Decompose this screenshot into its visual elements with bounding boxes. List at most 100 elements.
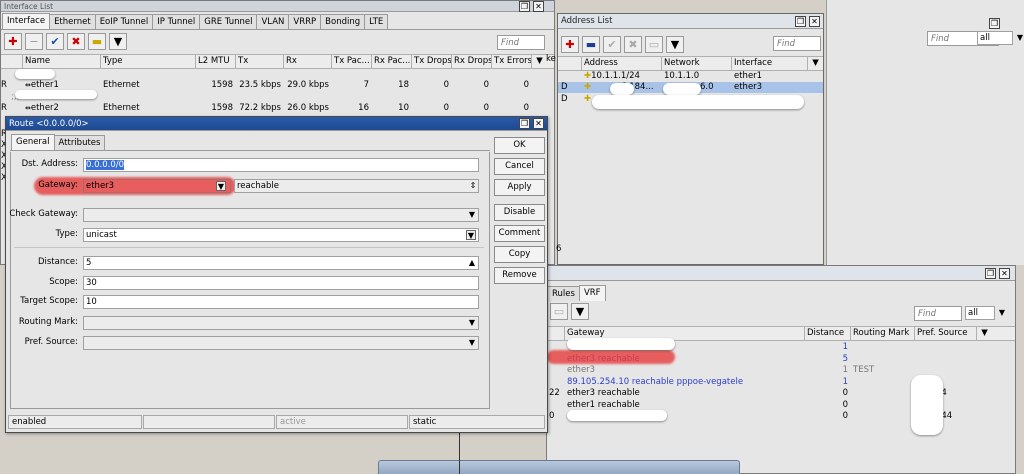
restore-icon[interactable]: ❐ [985,268,996,279]
close-icon[interactable]: ✕ [809,16,820,27]
target-scope-field[interactable]: 10 [83,295,479,309]
distance-field[interactable]: 5 [83,256,479,270]
disable-button[interactable]: Disable [494,204,545,221]
dst-address-field[interactable]: 0.0.0.0/0 [83,158,479,172]
type-dropdown-icon[interactable]: ▼ [466,230,476,240]
tab-rules[interactable]: Rules [548,286,580,301]
chevron-down-icon[interactable]: ▼ [1015,33,1024,43]
tab-interface[interactable]: Interface [2,13,51,29]
filter-icon[interactable]: ▼ [571,302,589,320]
tab-vlan[interactable]: VLAN [256,14,290,29]
columns-menu-icon[interactable]: ▼ [532,55,545,68]
chevron-down-icon[interactable]: ▼ [997,308,1007,318]
gateway-dropdown-icon[interactable]: ▼ [216,181,226,191]
filter-select[interactable]: all [965,306,995,320]
col-interface[interactable]: Interface [732,57,808,70]
col-distance[interactable]: Distance [805,327,851,340]
add-icon[interactable]: ✚ [561,35,579,53]
table-row[interactable]: ether1 reachable01 [547,400,1015,411]
tab-bonding[interactable]: Bonding [320,14,366,29]
tab-gre-tunnel[interactable]: GRE Tunnel [199,14,258,29]
row-mark [851,411,915,422]
col-rx-packets[interactable]: Rx Pac... [372,55,412,68]
find-input[interactable] [914,306,962,321]
find-input[interactable] [497,35,545,50]
cancel-button[interactable]: Cancel [494,158,545,175]
filter-select[interactable]: all [977,31,1013,45]
restore-icon[interactable]: ❐ [519,1,530,12]
close-icon[interactable]: ✕ [533,118,544,129]
restore-icon[interactable]: ❐ [795,16,806,27]
col-tx-drops[interactable]: Tx Drops [412,55,452,68]
window-title: Address List [558,14,823,29]
check-gateway-field[interactable] [83,208,479,222]
apply-button[interactable]: Apply [494,179,545,196]
disable-icon[interactable]: ✖ [624,35,642,53]
col-name[interactable]: Name [23,55,101,68]
pref-source-field[interactable] [83,336,479,350]
col-rx-drops[interactable]: Rx Drops [452,55,492,68]
table-row[interactable]: ether3 1 TEST [547,365,1015,376]
col-tx[interactable]: Tx [236,55,284,68]
col-rx[interactable]: Rx [284,55,332,68]
comment-icon[interactable]: ▭ [550,302,568,320]
columns-menu-icon[interactable]: ▼ [808,57,821,70]
table-row[interactable]: 22ether3 reachable036.184 [547,388,1015,399]
add-icon[interactable]: ✚ [4,32,22,50]
filter-icon[interactable]: ▼ [666,35,684,53]
tab-ip-tunnel[interactable]: IP Tunnel [152,14,201,29]
table-row[interactable]: ✚10.1.1.1/24 10.1.1.0 ether1 [558,71,823,82]
chevron-down-icon[interactable]: ▼ [467,338,477,348]
routing-mark-field[interactable] [83,316,479,330]
col-l2mtu[interactable]: L2 MTU [196,55,236,68]
tab-vrrp[interactable]: VRRP [288,14,322,29]
row-pref [915,354,977,365]
row-distance: 1 [842,376,848,387]
redaction-mark [15,90,97,99]
tab-vrf[interactable]: VRF [578,285,606,301]
remove-icon[interactable]: − [25,32,43,50]
route-list-titlebar [547,266,1015,281]
chevron-down-icon[interactable]: ▼ [467,318,477,328]
type-field[interactable]: unicast [83,228,479,242]
filter-icon[interactable]: ▼ [109,32,127,50]
col-routing-mark[interactable]: Routing Mark [851,327,915,340]
enable-icon[interactable]: ✔ [46,32,64,50]
tab-lte[interactable]: LTE [364,14,389,29]
chevron-up-icon[interactable]: ▲ [467,258,477,268]
updown-icon[interactable]: ⇕ [468,181,478,191]
col-type[interactable]: Type [101,55,196,68]
close-icon[interactable]: ✕ [999,268,1010,279]
col-tx-packets[interactable]: Tx Pac... [332,55,372,68]
close-icon[interactable]: ✕ [533,1,544,12]
table-row[interactable]: R ⇹ether2 Ethernet 1598 72.2 kbps 26.0 k… [1,103,554,114]
disable-icon[interactable]: ✖ [67,32,85,50]
tab-eoip-tunnel[interactable]: EoIP Tunnel [94,14,154,29]
table-row[interactable]: 89.105.254.10 reachable pppoe-vegatele 1 [547,377,1015,388]
comment-icon[interactable]: ▬ [88,32,106,50]
restore-icon[interactable]: ❐ [519,118,530,129]
copy-button[interactable]: Copy [494,246,545,263]
scope-field[interactable]: 30 [83,276,479,290]
routing-mark-label: Routing Mark: [18,317,78,327]
tab-attributes[interactable]: Attributes [53,135,106,150]
comment-icon[interactable]: ▭ [645,35,663,53]
enable-icon[interactable]: ✔ [603,35,621,53]
row-distance: 1 [842,365,848,375]
ok-button[interactable]: OK [494,137,545,154]
chevron-down-icon[interactable]: ▼ [467,210,477,220]
col-network[interactable]: Network [662,57,732,70]
columns-menu-icon[interactable]: ▼ [977,327,990,340]
col-address[interactable]: Address [582,57,662,70]
find-input[interactable] [773,36,821,51]
comment-button[interactable]: Comment [494,225,545,242]
tab-ethernet[interactable]: Ethernet [49,14,96,29]
gateway-field[interactable]: ether3 [83,179,231,193]
remove-button[interactable]: Remove [494,267,545,284]
col-tx-errors[interactable]: Tx Errors [492,55,532,68]
col-pref-source[interactable]: Pref. Source [915,327,977,340]
tab-general[interactable]: General [11,134,55,150]
remove-icon[interactable]: ▬ [582,35,600,53]
restore-icon[interactable]: ❐ [989,18,1000,29]
type-value: unicast [86,230,117,240]
